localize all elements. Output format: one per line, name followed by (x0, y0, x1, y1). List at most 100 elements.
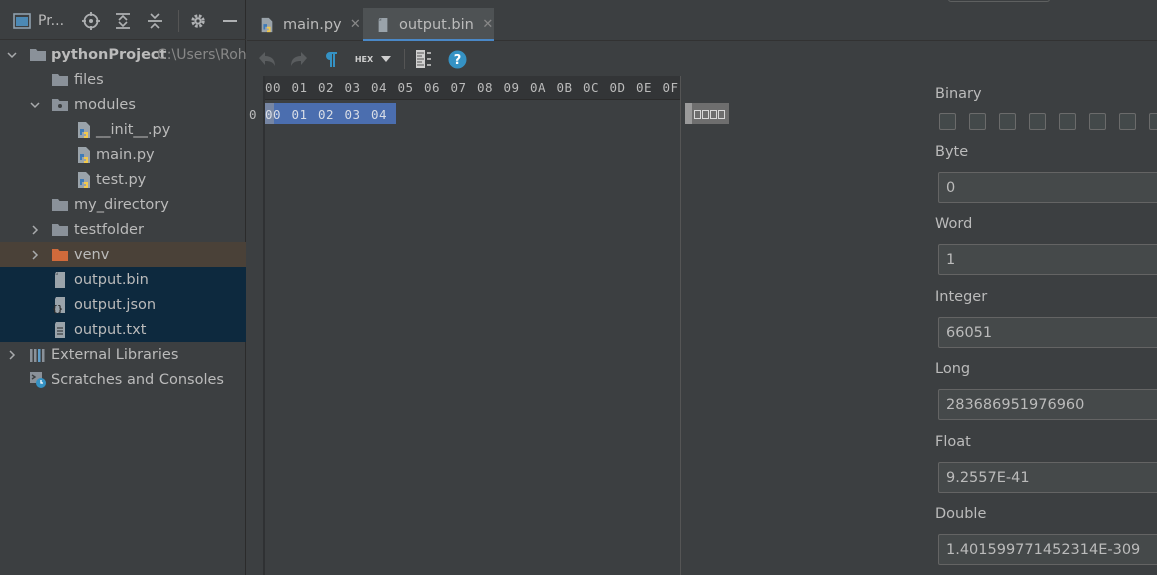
hex-editor[interactable]: 00 01 02 03 04 05 06 07 08 09 0A 0B 0C 0… (247, 76, 927, 575)
binary-bit-checkbox[interactable] (939, 113, 956, 130)
tree-item-label: __init__.py (96, 121, 171, 138)
tree-item-scratches[interactable]: Scratches and Consoles (0, 367, 246, 392)
chevron-right-icon[interactable] (29, 224, 41, 236)
undo-icon[interactable] (256, 49, 278, 69)
tree-item-modules[interactable]: modules (0, 92, 246, 117)
float-field[interactable]: 9.2557E-41 (938, 462, 1157, 493)
binary-bit-checkbox[interactable] (1149, 113, 1157, 130)
double-field[interactable]: 1.401599771452314E-309 (938, 534, 1157, 565)
python-file-icon (259, 16, 275, 34)
help-icon[interactable]: ? (447, 49, 467, 69)
hex-column-label: 03 (344, 80, 361, 95)
pilcrow-icon[interactable] (323, 49, 339, 69)
tree-item-external-libraries[interactable]: External Libraries (0, 342, 246, 367)
project-panel-header: Pr... (0, 0, 246, 40)
hex-byte[interactable]: 02 (318, 107, 334, 122)
tree-item-testfolder[interactable]: testfolder (0, 217, 246, 242)
value-inspector: Binary Byte 0 Word 1 Integer 66051 Long … (927, 76, 1157, 575)
python-file-icon (75, 171, 93, 188)
ascii-char-box[interactable] (694, 110, 701, 119)
tree-item-my-directory[interactable]: my_directory (0, 192, 246, 217)
hex-column-label: 09 (503, 80, 520, 95)
locate-icon[interactable] (82, 12, 100, 30)
integer-field[interactable]: 66051 (938, 317, 1157, 348)
project-window-icon[interactable] (13, 12, 31, 30)
hex-column-label: 06 (424, 80, 441, 95)
chevron-right-icon[interactable] (29, 249, 41, 261)
ascii-char-box[interactable] (718, 110, 725, 119)
word-field[interactable]: 1 (938, 244, 1157, 275)
hex-column-label: 0F (662, 80, 679, 95)
tree-item-venv[interactable]: venv (0, 242, 246, 267)
binary-bit-checkbox[interactable] (999, 113, 1016, 130)
tree-item-init-py[interactable]: __init__.py (0, 117, 246, 142)
hex-column-label: 0B (556, 80, 573, 95)
tree-item-main-py[interactable]: main.py (0, 142, 246, 167)
settings-list-icon[interactable] (414, 49, 432, 69)
word-label: Word (935, 216, 973, 232)
package-folder-icon (51, 97, 69, 113)
dropdown-arrow-icon[interactable] (379, 49, 393, 69)
tree-item-label: output.json (74, 296, 157, 313)
byte-field[interactable]: 0 (938, 172, 1157, 203)
toolbar-separator (404, 49, 405, 69)
hex-mode-label: HEX (354, 54, 374, 64)
hex-header-divider (263, 99, 681, 100)
gear-icon[interactable] (189, 12, 207, 30)
hex-byte[interactable]: 03 (345, 107, 361, 122)
minimize-icon[interactable] (221, 12, 239, 30)
collapse-all-icon[interactable] (146, 12, 164, 30)
close-icon[interactable]: ✕ (350, 18, 361, 31)
tree-item-files[interactable]: files (0, 67, 246, 92)
json-file-icon: {} (51, 296, 69, 314)
redo-icon[interactable] (288, 49, 310, 69)
hex-byte[interactable]: 00 (265, 107, 281, 122)
tree-item-output-json[interactable]: {} output.json (0, 292, 246, 317)
tree-item-label: venv (74, 246, 110, 263)
tree-item-label: Scratches and Consoles (51, 371, 224, 388)
hex-byte[interactable]: 04 (371, 107, 387, 122)
chevron-down-icon[interactable] (29, 99, 41, 111)
python-file-icon (75, 146, 93, 163)
tab-label: main.py (283, 16, 342, 33)
binary-bit-checkbox[interactable] (1119, 113, 1136, 130)
ascii-char-box[interactable] (702, 110, 709, 119)
project-panel: Pr... pythonProject C:\Users\Rohi files … (0, 0, 246, 575)
project-panel-title[interactable]: Pr... (38, 13, 64, 29)
hex-column-label: 0D (609, 80, 626, 95)
tree-item-label: my_directory (74, 196, 169, 213)
svg-text:{}: {} (52, 305, 63, 314)
tree-item-test-py[interactable]: test.py (0, 167, 246, 192)
tab-main-py[interactable]: main.py ✕ (247, 8, 361, 41)
ascii-cursor (685, 103, 692, 124)
top-right-field[interactable] (948, 0, 1050, 2)
hex-column-label: 0E (636, 80, 653, 95)
hex-column-label: 07 (450, 80, 467, 95)
integer-label: Integer (935, 289, 988, 305)
long-field[interactable]: 283686951976960 (938, 389, 1157, 420)
float-label: Float (935, 434, 971, 450)
tree-item-label: output.txt (74, 321, 147, 338)
binary-bit-checkbox[interactable] (1059, 113, 1076, 130)
binary-bit-checkbox[interactable] (1029, 113, 1046, 130)
folder-icon (29, 47, 47, 63)
hex-column-label: 0C (583, 80, 600, 95)
tree-item-output-txt[interactable]: output.txt (0, 317, 246, 342)
binary-bit-checkbox[interactable] (969, 113, 986, 130)
binary-bit-checkbox[interactable] (1089, 113, 1106, 130)
expand-all-icon[interactable] (114, 12, 132, 30)
tree-item-pythonproject[interactable]: pythonProject C:\Users\Rohi (0, 42, 246, 67)
editor-tab-bar: main.py ✕ output.bin ✕ (247, 0, 1157, 42)
chevron-down-icon[interactable] (6, 49, 18, 61)
ascii-char-box[interactable] (710, 110, 717, 119)
tree-item-output-bin[interactable]: output.bin (0, 267, 246, 292)
hex-byte[interactable]: 01 (292, 107, 308, 122)
hex-mode-icon[interactable]: HEX (353, 49, 375, 69)
hex-column-label: 00 (265, 80, 282, 95)
tree-item-path: C:\Users\Rohi (157, 46, 246, 63)
tab-label: output.bin (399, 16, 474, 33)
close-icon[interactable]: ✕ (482, 18, 494, 31)
hex-column-label: 01 (291, 80, 308, 95)
chevron-right-icon[interactable] (6, 349, 18, 361)
tab-output-bin[interactable]: output.bin ✕ (363, 8, 494, 42)
